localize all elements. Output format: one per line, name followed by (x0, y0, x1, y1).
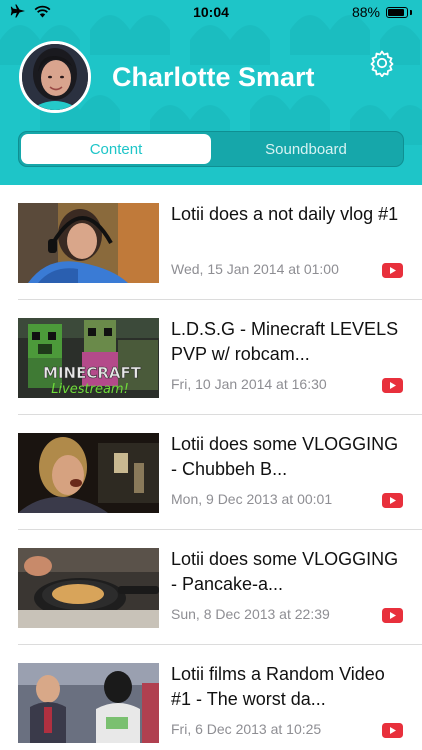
video-date: Wed, 15 Jan 2014 at 01:00 (171, 261, 339, 277)
video-row[interactable]: Lotii films a Random Video #1 - The wors… (0, 645, 422, 750)
gear-icon (370, 50, 394, 78)
video-thumbnail (18, 548, 159, 628)
video-row[interactable]: Lotii does some VLOGGING - Pancake-a... … (0, 530, 422, 645)
video-row[interactable]: Lotii does some VLOGGING - Chubbeh B... … (0, 415, 422, 530)
video-date: Sun, 8 Dec 2013 at 22:39 (171, 606, 330, 622)
tab-content[interactable]: Content (21, 134, 211, 164)
battery-level (388, 8, 404, 16)
video-title: Lotii does a not daily vlog #1 (171, 204, 399, 224)
video-date: Mon, 9 Dec 2013 at 00:01 (171, 491, 333, 507)
video-row[interactable]: MINECRAFT Livestream! L.D.S.G - Minecraf… (0, 300, 422, 415)
avatar[interactable] (19, 41, 91, 113)
youtube-icon[interactable] (382, 608, 403, 623)
video-title: Lotii does some VLOGGING - Pancake-a... (171, 549, 399, 594)
livestream-text: Livestream! (51, 382, 129, 397)
video-date: Fri, 10 Jan 2014 at 16:30 (171, 376, 327, 392)
video-title: L.D.S.G - Minecraft LEVELS PVP w/ robcam… (171, 319, 399, 364)
video-title: Lotii does some VLOGGING - Chubbeh B... (171, 434, 399, 479)
settings-button[interactable] (368, 49, 396, 78)
video-list: Lotii does a not daily vlog #1 Wed, 15 J… (0, 185, 422, 750)
youtube-icon[interactable] (382, 263, 403, 278)
minecraft-logo-text: MINECRAFT (43, 364, 142, 382)
video-thumbnail (18, 203, 159, 283)
status-right: 88% (352, 4, 412, 20)
battery-percent: 88% (351, 4, 380, 20)
youtube-icon[interactable] (382, 378, 403, 393)
app-screen: 10:04 88% Charlotte Smart Content Soundb… (0, 0, 422, 750)
profile-header: 10:04 88% Charlotte Smart Content Soundb… (0, 0, 422, 185)
video-thumbnail: MINECRAFT Livestream! (18, 318, 159, 398)
status-bar: 10:04 88% (0, 0, 422, 24)
battery-tip (410, 9, 412, 15)
segmented-control: Content Soundboard (18, 131, 404, 167)
video-thumbnail (18, 433, 159, 513)
video-date: Fri, 6 Dec 2013 at 10:25 (171, 721, 322, 737)
youtube-icon[interactable] (382, 493, 403, 508)
avatar-image (22, 44, 88, 110)
profile-name: Charlotte Smart (112, 62, 315, 92)
video-row[interactable]: Lotii does a not daily vlog #1 Wed, 15 J… (0, 185, 422, 300)
video-title: Lotii films a Random Video #1 - The wors… (171, 664, 385, 709)
video-thumbnail (18, 663, 159, 743)
battery-icon (386, 6, 408, 18)
youtube-icon[interactable] (382, 723, 403, 738)
tab-soundboard[interactable]: Soundboard (211, 134, 401, 164)
